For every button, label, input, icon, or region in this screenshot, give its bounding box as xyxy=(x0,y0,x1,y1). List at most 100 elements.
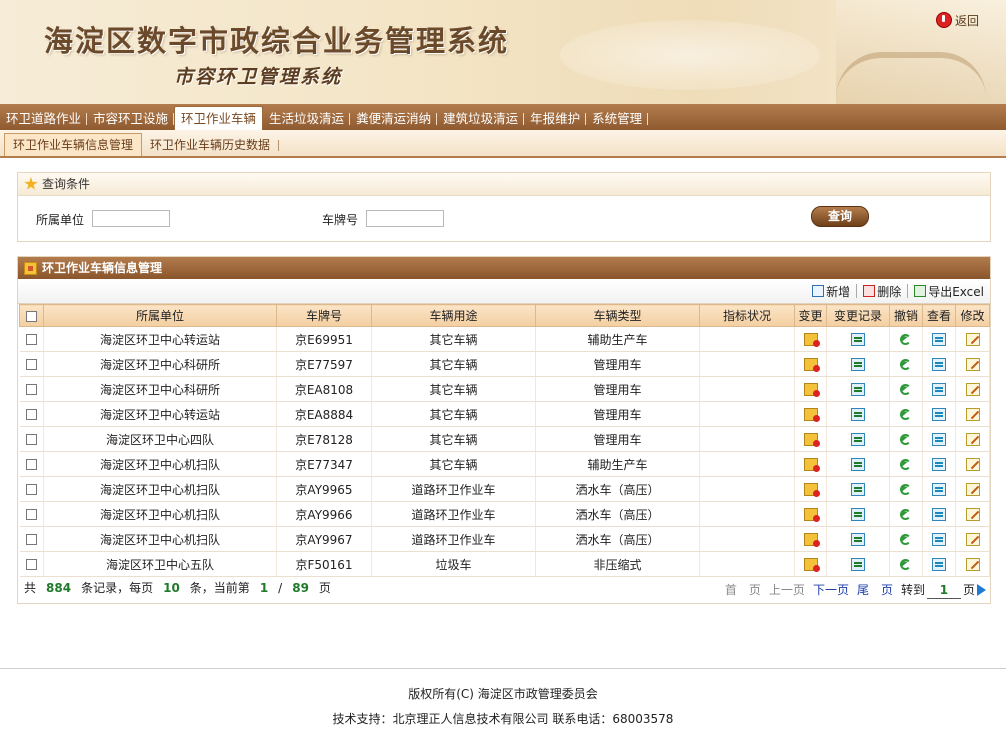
cell-change-history xyxy=(826,476,890,502)
revoke-icon[interactable] xyxy=(899,333,913,346)
row-checkbox[interactable] xyxy=(25,359,37,370)
col-plate[interactable]: 车牌号 xyxy=(276,304,372,327)
col-change: 变更 xyxy=(794,304,827,327)
view-icon[interactable] xyxy=(932,558,946,571)
col-status[interactable]: 指标状况 xyxy=(699,304,795,327)
row-checkbox[interactable] xyxy=(25,509,37,520)
view-icon[interactable] xyxy=(932,533,946,546)
edit-icon[interactable] xyxy=(965,558,980,571)
edit-icon[interactable] xyxy=(965,383,980,396)
view-icon[interactable] xyxy=(932,433,946,446)
cell-type: 洒水车（高压） xyxy=(535,501,700,527)
delete-button[interactable]: 删除 xyxy=(863,283,901,300)
revoke-icon[interactable] xyxy=(899,408,913,421)
change-icon[interactable] xyxy=(803,558,820,572)
row-checkbox[interactable] xyxy=(25,484,37,495)
select-all-checkbox[interactable] xyxy=(26,310,37,322)
change-icon[interactable] xyxy=(803,508,820,522)
cell-plate: 京AY9966 xyxy=(276,501,372,527)
change-icon[interactable] xyxy=(803,433,820,447)
col-unit[interactable]: 所属单位 xyxy=(43,304,277,327)
row-checkbox[interactable] xyxy=(25,384,37,395)
export-excel-button[interactable]: 导出Excel xyxy=(914,283,984,300)
view-icon[interactable] xyxy=(932,358,946,371)
view-icon[interactable] xyxy=(932,383,946,396)
history-icon[interactable] xyxy=(851,408,865,421)
cell-usage: 其它车辆 xyxy=(371,426,536,452)
revoke-icon[interactable] xyxy=(899,458,913,471)
goto-page-input[interactable] xyxy=(926,581,961,599)
view-icon[interactable] xyxy=(932,408,946,421)
change-icon[interactable] xyxy=(803,458,820,472)
view-icon[interactable] xyxy=(932,458,946,471)
edit-icon[interactable] xyxy=(965,358,980,371)
change-icon[interactable] xyxy=(803,333,820,347)
history-icon[interactable] xyxy=(851,433,865,446)
revoke-icon[interactable] xyxy=(899,508,913,521)
cell-view xyxy=(922,451,956,477)
tab-construction-waste[interactable]: 建筑垃圾清运 xyxy=(437,106,525,130)
tab-facilities[interactable]: 市容环卫设施 xyxy=(87,106,175,130)
view-icon[interactable] xyxy=(932,483,946,496)
cell-unit: 海淀区环卫中心四队 xyxy=(43,426,277,452)
cell-revoke xyxy=(889,376,923,402)
tab-vehicles[interactable]: 环卫作业车辆 xyxy=(174,106,264,130)
col-usage[interactable]: 车辆用途 xyxy=(371,304,536,327)
edit-icon[interactable] xyxy=(965,458,980,471)
change-icon[interactable] xyxy=(803,533,820,547)
revoke-icon[interactable] xyxy=(899,483,913,496)
change-icon[interactable] xyxy=(803,483,820,497)
subtab-vehicle-history[interactable]: 环卫作业车辆历史数据 xyxy=(142,134,280,156)
edit-icon[interactable] xyxy=(965,533,980,546)
tab-annual-report[interactable]: 年报维护 xyxy=(524,106,587,130)
edit-icon[interactable] xyxy=(965,408,980,421)
pager-page-size: 10 xyxy=(163,581,180,595)
next-page-link[interactable]: 下一页 xyxy=(813,579,849,601)
search-button[interactable]: 查询 xyxy=(811,206,869,227)
history-icon[interactable] xyxy=(851,333,865,346)
history-icon[interactable] xyxy=(851,533,865,546)
tab-road-work[interactable]: 环卫道路作业 xyxy=(0,106,88,130)
edit-icon[interactable] xyxy=(965,333,980,346)
tab-household-waste[interactable]: 生活垃圾清运 xyxy=(263,106,351,130)
col-type[interactable]: 车辆类型 xyxy=(535,304,700,327)
row-checkbox[interactable] xyxy=(25,434,37,445)
change-icon[interactable] xyxy=(803,408,820,422)
row-checkbox[interactable] xyxy=(25,559,37,570)
plate-input[interactable] xyxy=(366,210,444,227)
last-page-link[interactable]: 尾 页 xyxy=(857,579,893,601)
change-icon[interactable] xyxy=(803,383,820,397)
history-icon[interactable] xyxy=(851,558,865,571)
view-icon[interactable] xyxy=(932,508,946,521)
revoke-icon[interactable] xyxy=(899,558,913,571)
view-icon[interactable] xyxy=(932,333,946,346)
revoke-icon[interactable] xyxy=(899,433,913,446)
history-icon[interactable] xyxy=(851,383,865,396)
history-icon[interactable] xyxy=(851,358,865,371)
unit-input[interactable] xyxy=(92,210,170,227)
row-checkbox[interactable] xyxy=(25,534,37,545)
tab-sewage[interactable]: 粪便清运消纳 xyxy=(350,106,438,130)
row-checkbox[interactable] xyxy=(25,334,37,345)
revoke-icon[interactable] xyxy=(899,533,913,546)
first-page-link[interactable]: 首 页 xyxy=(725,579,761,601)
cell-change-history xyxy=(826,326,890,352)
history-icon[interactable] xyxy=(851,508,865,521)
go-arrow-icon[interactable] xyxy=(977,584,986,596)
row-checkbox[interactable] xyxy=(25,409,37,420)
revoke-icon[interactable] xyxy=(899,358,913,371)
revoke-icon[interactable] xyxy=(899,383,913,396)
change-icon[interactable] xyxy=(803,358,820,372)
cell-change xyxy=(794,326,827,352)
row-checkbox[interactable] xyxy=(25,459,37,470)
edit-icon[interactable] xyxy=(965,433,980,446)
subtab-vehicle-info[interactable]: 环卫作业车辆信息管理 xyxy=(4,133,143,156)
add-button[interactable]: 新增 xyxy=(812,283,850,300)
logout-button[interactable]: 返回 xyxy=(936,11,979,29)
tab-system[interactable]: 系统管理 xyxy=(586,106,649,130)
history-icon[interactable] xyxy=(851,458,865,471)
edit-icon[interactable] xyxy=(965,483,980,496)
history-icon[interactable] xyxy=(851,483,865,496)
prev-page-link[interactable]: 上一页 xyxy=(769,579,805,601)
edit-icon[interactable] xyxy=(965,508,980,521)
